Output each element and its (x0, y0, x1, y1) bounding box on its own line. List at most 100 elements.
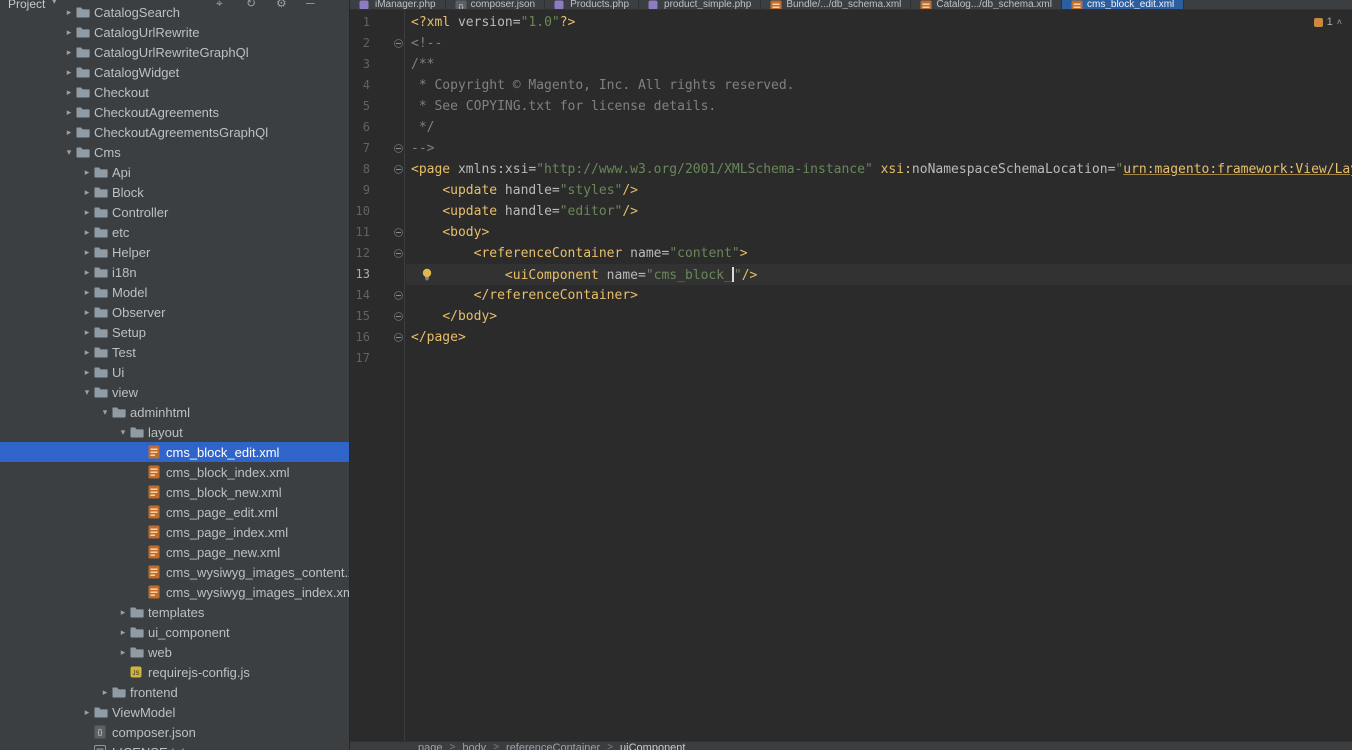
tree-item-Test[interactable]: ▸Test (0, 342, 349, 362)
tree-item-cms_page_edit.xml[interactable]: cms_page_edit.xml (0, 502, 349, 522)
tab-iManager.php[interactable]: iManager.php (350, 0, 446, 10)
fold-marker-icon[interactable] (394, 249, 403, 258)
tab-Catalog.../db_schema.xml[interactable]: Catalog.../db_schema.xml (911, 0, 1062, 10)
tree-item-frontend[interactable]: ▸frontend (0, 682, 349, 702)
editor[interactable]: 1234567891011121314151617 <?xml version=… (350, 10, 1352, 741)
line-number[interactable]: 11 (356, 225, 370, 239)
line-number[interactable]: 6 (363, 120, 370, 134)
code-line-4[interactable]: * Copyright © Magento, Inc. All rights r… (406, 75, 1352, 96)
tree-item-Cms[interactable]: ▾Cms (0, 142, 349, 162)
code-line-2[interactable]: <!-- (406, 33, 1352, 54)
line-number[interactable]: 2 (363, 36, 370, 50)
tree-item-LICENSE.txt[interactable]: LICENSE.txt (0, 742, 349, 750)
fold-marker-icon[interactable] (394, 333, 403, 342)
tree-item-cms_block_index.xml[interactable]: cms_block_index.xml (0, 462, 349, 482)
tree-item-adminhtml[interactable]: ▾adminhtml (0, 402, 349, 422)
tree-item-web[interactable]: ▸web (0, 642, 349, 662)
chevron-right-icon[interactable]: ▸ (98, 682, 112, 702)
tab-cms_block_edit.xml[interactable]: cms_block_edit.xml (1062, 0, 1184, 10)
tree-item-Api[interactable]: ▸Api (0, 162, 349, 182)
chevron-down-icon[interactable]: ▾ (98, 402, 112, 422)
code-line-5[interactable]: * See COPYING.txt for license details. (406, 96, 1352, 117)
tree-item-CatalogWidget[interactable]: ▸CatalogWidget (0, 62, 349, 82)
tree-item-Helper[interactable]: ▸Helper (0, 242, 349, 262)
project-panel-title[interactable]: Project (8, 0, 45, 11)
line-number[interactable]: 1 (363, 15, 370, 29)
code-line-1[interactable]: <?xml version="1.0"?> (406, 12, 1352, 33)
tree-item-ui_component[interactable]: ▸ui_component (0, 622, 349, 642)
collapse-all-icon[interactable]: ↻ (246, 0, 256, 10)
tree-item-cms_page_index.xml[interactable]: cms_page_index.xml (0, 522, 349, 542)
line-number[interactable]: 16 (356, 330, 370, 344)
fold-marker-icon[interactable] (394, 312, 403, 321)
chevron-right-icon[interactable]: ▸ (80, 242, 94, 262)
tab-Products.php[interactable]: Products.php (545, 0, 639, 10)
line-number[interactable]: 10 (356, 204, 370, 218)
code-line-12[interactable]: <referenceContainer name="content"> (406, 243, 1352, 264)
code-viewport[interactable]: <?xml version="1.0"?><!--/** * Copyright… (406, 10, 1352, 741)
line-number[interactable]: 3 (363, 57, 370, 71)
chevron-right-icon[interactable]: ▸ (80, 202, 94, 222)
fold-marker-icon[interactable] (394, 165, 403, 174)
chevron-down-icon[interactable]: ▾ (80, 382, 94, 402)
chevron-right-icon[interactable]: ▸ (80, 182, 94, 202)
chevron-right-icon[interactable]: ▸ (80, 342, 94, 362)
breadcrumb-uiComponent[interactable]: uiComponent (620, 742, 685, 750)
locate-icon[interactable]: ⌖ (216, 0, 223, 11)
tree-item-layout[interactable]: ▾layout (0, 422, 349, 442)
chevron-right-icon[interactable]: ▸ (80, 282, 94, 302)
chevron-right-icon[interactable]: ▸ (62, 122, 76, 142)
tree-item-templates[interactable]: ▸templates (0, 602, 349, 622)
breadcrumb-referenceContainer[interactable]: referenceContainer (506, 742, 600, 750)
fold-marker-icon[interactable] (394, 291, 403, 300)
tab-Bundle/.../db_schema.xml[interactable]: Bundle/.../db_schema.xml (761, 0, 911, 10)
code-line-14[interactable]: </referenceContainer> (406, 285, 1352, 306)
code-line-17[interactable] (406, 348, 1352, 369)
hide-panel-icon[interactable]: ─ (306, 0, 315, 10)
tree-item-Setup[interactable]: ▸Setup (0, 322, 349, 342)
chevron-right-icon[interactable]: ▸ (62, 102, 76, 122)
code-line-10[interactable]: <update handle="editor"/> (406, 201, 1352, 222)
code-line-7[interactable]: --> (406, 138, 1352, 159)
chevron-right-icon[interactable]: ▸ (62, 62, 76, 82)
tree-item-Checkout[interactable]: ▸Checkout (0, 82, 349, 102)
inspections-widget[interactable]: 1 ˄ (1314, 16, 1342, 28)
tree-item-Block[interactable]: ▸Block (0, 182, 349, 202)
line-number[interactable]: 9 (363, 183, 370, 197)
line-number[interactable]: 17 (356, 351, 370, 365)
tab-composer.json[interactable]: {}composer.json (446, 0, 545, 10)
code-line-16[interactable]: </page> (406, 327, 1352, 348)
tree-item-Observer[interactable]: ▸Observer (0, 302, 349, 322)
chevron-right-icon[interactable]: ▸ (80, 162, 94, 182)
line-number[interactable]: 12 (356, 246, 370, 260)
chevron-right-icon[interactable]: ▸ (116, 622, 130, 642)
tree-item-view[interactable]: ▾view (0, 382, 349, 402)
tree-item-cms_wysiwyg_images_content.xml[interactable]: cms_wysiwyg_images_content.xml (0, 562, 349, 582)
code-line-8[interactable]: <page xmlns:xsi="http://www.w3.org/2001/… (406, 159, 1352, 180)
tree-item-cms_page_new.xml[interactable]: cms_page_new.xml (0, 542, 349, 562)
tree-item-Controller[interactable]: ▸Controller (0, 202, 349, 222)
tree-item-Ui[interactable]: ▸Ui (0, 362, 349, 382)
chevron-right-icon[interactable]: ▸ (62, 82, 76, 102)
tab-product_simple.php[interactable]: product_simple.php (639, 0, 761, 10)
chevron-right-icon[interactable]: ▸ (80, 262, 94, 282)
fold-marker-icon[interactable] (394, 228, 403, 237)
tree-item-CatalogUrlRewriteGraphQl[interactable]: ▸CatalogUrlRewriteGraphQl (0, 42, 349, 62)
code-line-13[interactable]: <uiComponent name="cms_block_"/> (406, 264, 1352, 285)
tree-item-cms_block_edit.xml[interactable]: cms_block_edit.xml (0, 442, 349, 462)
chevron-right-icon[interactable]: ▸ (62, 22, 76, 42)
line-number[interactable]: 7 (363, 141, 370, 155)
chevron-down-icon[interactable]: ▾ (62, 142, 76, 162)
line-number[interactable]: 15 (356, 309, 370, 323)
chevron-down-icon[interactable]: ▾ (52, 0, 57, 7)
tree-item-etc[interactable]: ▸etc (0, 222, 349, 242)
chevron-right-icon[interactable]: ▸ (80, 702, 94, 722)
tree-item-composer.json[interactable]: {}composer.json (0, 722, 349, 742)
tree-item-CheckoutAgreements[interactable]: ▸CheckoutAgreements (0, 102, 349, 122)
fold-marker-icon[interactable] (394, 144, 403, 153)
code-line-9[interactable]: <update handle="styles"/> (406, 180, 1352, 201)
chevron-right-icon[interactable]: ▸ (80, 362, 94, 382)
line-number[interactable]: 8 (363, 162, 370, 176)
chevron-right-icon[interactable]: ▸ (62, 42, 76, 62)
chevron-right-icon[interactable]: ▸ (80, 322, 94, 342)
